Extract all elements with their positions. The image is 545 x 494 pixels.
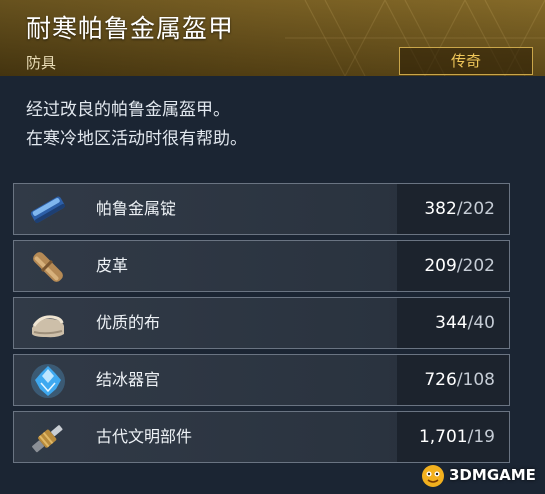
material-have: 209	[424, 256, 457, 276]
material-row-frozen-organ: 结冰器官 726/108	[13, 354, 510, 406]
material-need: 40	[473, 313, 495, 333]
material-need: 19	[473, 427, 495, 447]
material-name: 帕鲁金属锭	[96, 199, 177, 218]
material-count: 726/108	[397, 355, 509, 405]
frozen-organ-icon	[31, 364, 65, 398]
ancient-civilization-part-icon	[32, 425, 63, 453]
material-row-ancient-civilization-part: 古代文明部件 1,701/19	[13, 411, 510, 463]
material-count: 209/202	[397, 241, 509, 291]
material-row-high-quality-cloth: 优质的布 344/40	[13, 297, 510, 349]
material-count: 1,701/19	[397, 412, 509, 462]
material-need: 202	[462, 199, 495, 219]
material-have: 382	[424, 199, 457, 219]
high-quality-cloth-icon	[32, 315, 64, 338]
material-have: 1,701	[418, 427, 468, 447]
watermark-text: 3DMGAME	[449, 466, 536, 484]
material-have: 344	[435, 313, 468, 333]
material-name: 皮革	[96, 256, 129, 275]
material-name: 古代文明部件	[96, 427, 193, 446]
material-row-leather: 皮革 209/202	[13, 240, 510, 292]
item-description: 经过改良的帕鲁金属盔甲。 在寒冷地区活动时很有帮助。	[26, 96, 247, 154]
item-title: 耐寒帕鲁金属盔甲	[26, 14, 235, 43]
material-row-pal-metal-ingot: 帕鲁金属锭 382/202	[13, 183, 510, 235]
description-line: 在寒冷地区活动时很有帮助。	[26, 129, 247, 149]
material-need: 202	[462, 256, 495, 276]
pal-metal-ingot-icon	[30, 196, 65, 223]
item-category: 防具	[26, 54, 57, 72]
3dm-logo-icon	[422, 465, 444, 487]
material-name: 优质的布	[96, 313, 161, 332]
material-name: 结冰器官	[96, 370, 161, 389]
material-need: 108	[462, 370, 495, 390]
description-line: 经过改良的帕鲁金属盔甲。	[26, 100, 230, 120]
leather-roll-icon	[33, 252, 63, 282]
item-header: 耐寒帕鲁金属盔甲 防具 传奇	[0, 0, 545, 76]
rarity-badge: 传奇	[399, 47, 533, 75]
watermark: 3DMGAME	[420, 461, 536, 489]
material-have: 726	[424, 370, 457, 390]
material-count: 344/40	[397, 298, 509, 348]
material-list: 帕鲁金属锭 382/202 皮革 209/202 优质的布 344/40 结冰器…	[13, 183, 510, 468]
material-count: 382/202	[397, 184, 509, 234]
